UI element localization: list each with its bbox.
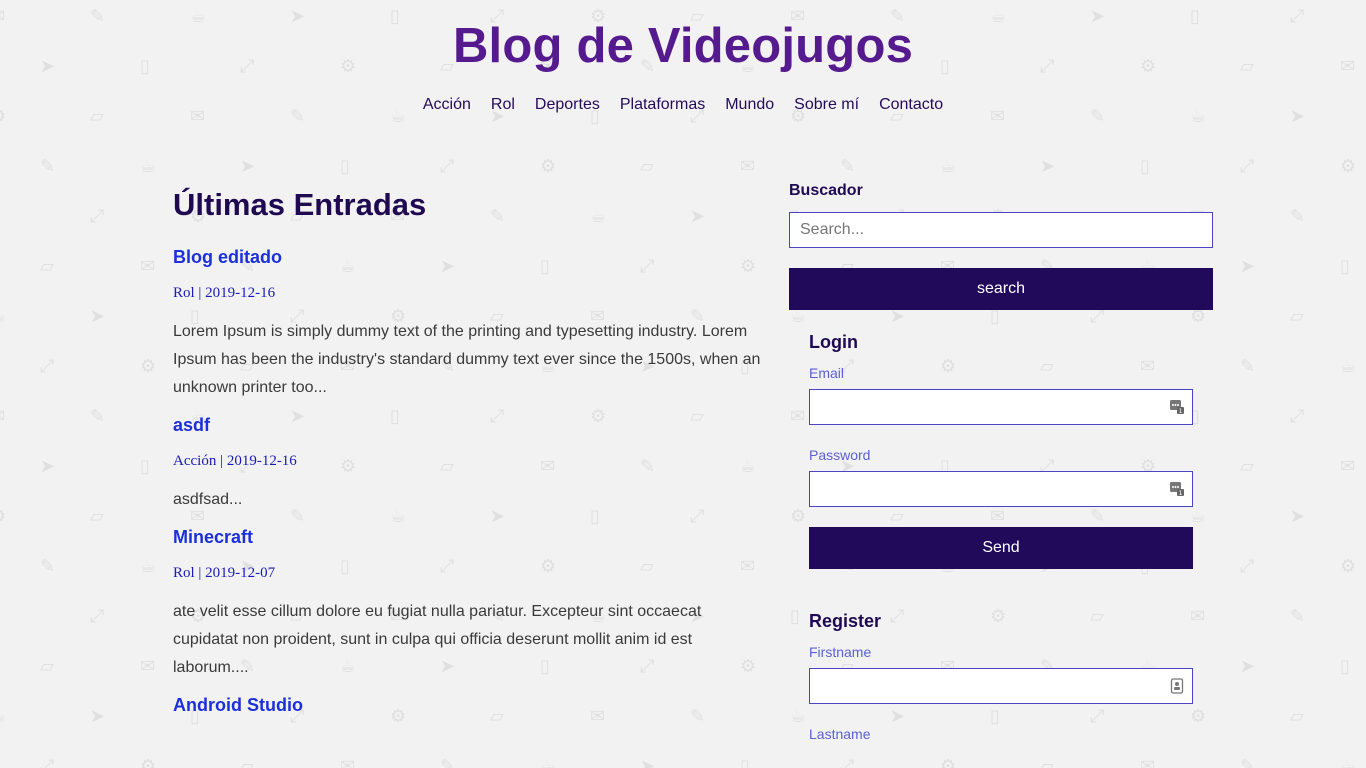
password-manager-icon[interactable]: 1	[1169, 398, 1185, 416]
nav-item-plataformas[interactable]: Plataformas	[610, 95, 715, 115]
post-title-link[interactable]: asdf	[173, 414, 773, 436]
post-item: Minecraft Rol | 2019-12-07 ate velit ess…	[173, 526, 773, 682]
password-field-wrap: 1	[809, 471, 1193, 507]
firstname-label: Firstname	[809, 644, 872, 660]
site-title: Blog de Videojugos	[452, 19, 914, 73]
post-excerpt: Lorem Ipsum is simply dummy text of the …	[173, 323, 761, 396]
post-title-link[interactable]: Blog editado	[173, 246, 773, 268]
nav-item-contacto[interactable]: Contacto	[869, 95, 953, 115]
page: Blog de Videojugos Acción Rol Deportes P…	[0, 0, 1366, 768]
firstname-field-wrap	[809, 668, 1193, 704]
search-input[interactable]	[789, 212, 1213, 248]
nav-item-deportes[interactable]: Deportes	[525, 95, 610, 115]
email-field[interactable]	[809, 389, 1193, 425]
post-meta: Rol | 2019-12-07	[173, 565, 276, 581]
nav-item-accion[interactable]: Acción	[413, 95, 481, 115]
section-title: Últimas Entradas	[173, 187, 427, 222]
login-title: Login	[809, 332, 858, 352]
post-meta: Rol | 2019-12-16	[173, 285, 276, 301]
register-form: Register Firstname Lastname	[789, 610, 1213, 742]
search-button[interactable]: search	[789, 268, 1213, 310]
nav-item-sobre-mi[interactable]: Sobre mí	[784, 95, 869, 115]
nav-item-rol[interactable]: Rol	[481, 95, 525, 115]
post-excerpt: asdfsad...	[173, 491, 243, 508]
password-label: Password	[809, 447, 871, 463]
password-field[interactable]	[809, 471, 1193, 507]
register-title: Register	[809, 611, 882, 631]
firstname-field[interactable]	[809, 668, 1193, 704]
svg-text:1: 1	[1179, 490, 1183, 497]
post-item: Blog editado Rol | 2019-12-16 Lorem Ipsu…	[173, 246, 773, 402]
search-label: Buscador	[789, 182, 863, 199]
svg-text:1: 1	[1179, 408, 1183, 415]
password-manager-icon[interactable]: 1	[1169, 480, 1185, 498]
post-meta: Acción | 2019-12-16	[173, 453, 297, 469]
post-item: asdf Acción | 2019-12-16 asdfsad...	[173, 414, 773, 514]
login-form: Login Email 1 Password 1 Send	[789, 331, 1213, 569]
sidebar: Buscador search Login Email 1 Password	[789, 180, 1213, 750]
email-label: Email	[809, 365, 845, 381]
login-send-button[interactable]: Send	[809, 527, 1193, 569]
post-item: Android Studio	[173, 694, 773, 716]
main-nav: Acción Rol Deportes Plataformas Mundo So…	[0, 95, 1366, 115]
post-title-link[interactable]: Minecraft	[173, 526, 773, 548]
lastname-label: Lastname	[809, 726, 871, 742]
contact-card-icon[interactable]	[1169, 677, 1185, 695]
email-field-wrap: 1	[809, 389, 1193, 425]
latest-posts: Últimas Entradas Blog editado Rol | 2019…	[173, 186, 773, 732]
post-title-link[interactable]: Android Studio	[173, 694, 773, 716]
nav-item-mundo[interactable]: Mundo	[715, 95, 784, 115]
post-excerpt: ate velit esse cillum dolore eu fugiat n…	[173, 603, 702, 676]
